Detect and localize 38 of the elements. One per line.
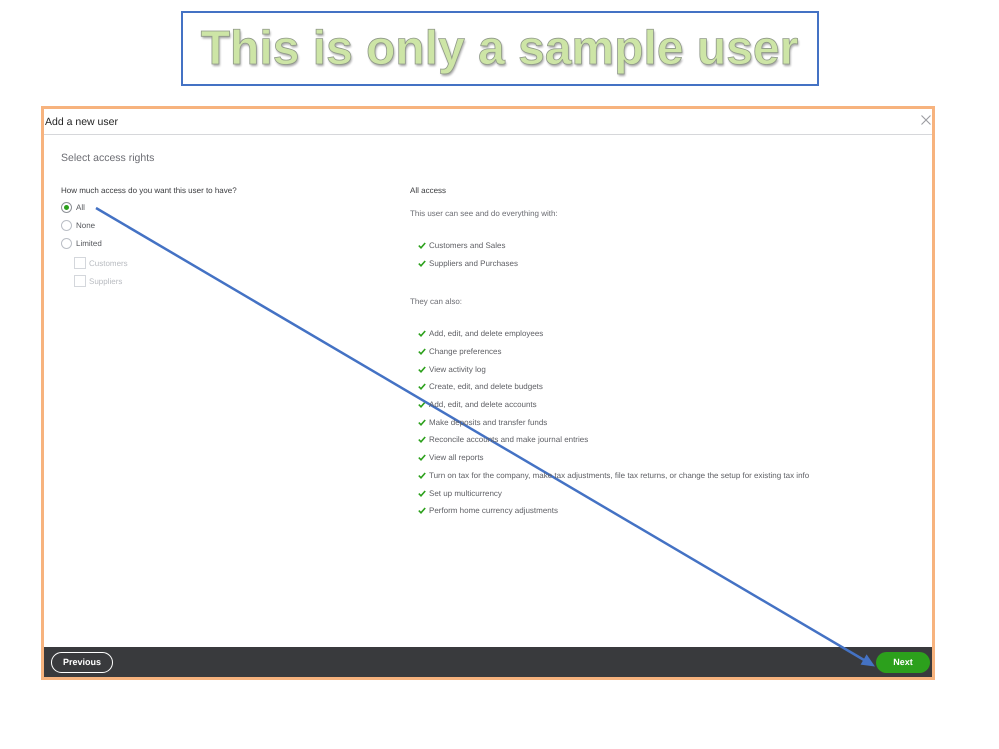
summary-title: All access [410, 185, 446, 197]
radio-button[interactable] [61, 202, 72, 212]
permission-text: View all reports [429, 452, 484, 464]
radio-button[interactable] [61, 220, 72, 230]
check-icon [418, 490, 426, 497]
check-icon [418, 383, 426, 390]
section-heading: Select access rights [61, 151, 156, 165]
check-icon [418, 330, 426, 338]
permission-text: Perform home currency adjustments [429, 505, 558, 516]
check-icon [418, 366, 426, 373]
check-icon [418, 242, 426, 248]
permission-text: Add, edit, and delete employees [429, 328, 544, 340]
check-icon [418, 348, 426, 356]
check-icon [418, 260, 426, 266]
check-icon [418, 418, 426, 426]
dialog-title: Add a new user [45, 114, 118, 128]
radio-label[interactable]: Limited [76, 238, 102, 248]
permission-text: Change preferences [429, 346, 502, 358]
radio-button[interactable] [61, 238, 72, 248]
permission-text: Set up multicurrency [429, 488, 502, 499]
check-icon [418, 436, 426, 444]
permission-text: View activity log [429, 364, 486, 375]
radio-label[interactable]: All [76, 202, 85, 212]
summary-intro: This user can see and do everything with: [410, 208, 558, 220]
permission-text: Customers and Sales [429, 240, 506, 250]
permission-text: Turn on tax for the company, make tax adjustments, file tax returns, or change the setup for existing tax info [429, 470, 810, 481]
permission-text: Suppliers and Purchases [429, 258, 518, 268]
permission-text: Create, edit, and delete budgets [429, 381, 543, 392]
question-text: How much access do you want this user to have? [61, 185, 237, 197]
previous-button[interactable]: Previous [51, 652, 113, 672]
radio-label[interactable]: None [76, 220, 96, 230]
check-icon [418, 454, 426, 462]
check-icon [418, 401, 426, 408]
check-icon [418, 472, 426, 479]
close-icon[interactable] [921, 114, 931, 124]
also-label: They can also: [410, 296, 462, 308]
check-icon [418, 507, 426, 514]
banner-text: This is only a sample user [200, 20, 798, 76]
